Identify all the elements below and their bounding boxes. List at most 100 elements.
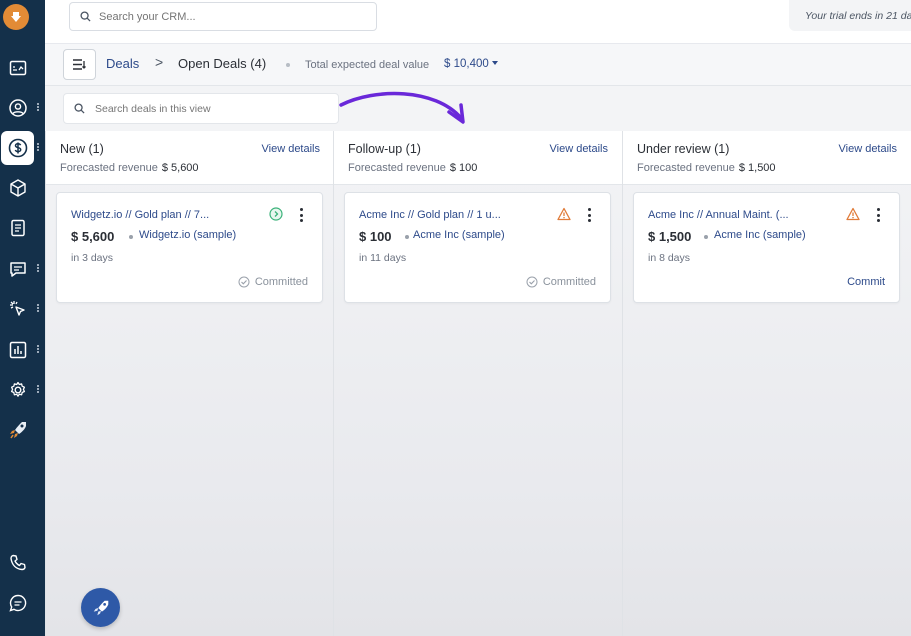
- sidebar-item-analytics[interactable]: [4, 336, 32, 364]
- sidebar: [0, 0, 45, 636]
- sidebar-settings-more-icon[interactable]: [36, 384, 40, 396]
- sidebar-deals-more-icon[interactable]: [36, 142, 40, 154]
- view-details-link[interactable]: View details: [550, 143, 609, 155]
- top-bar: Your trial ends in 21 da: [45, 0, 911, 44]
- bar-chart-icon: [9, 341, 27, 359]
- deal-search-input[interactable]: [95, 102, 325, 115]
- deal-card[interactable]: Acme Inc // Annual Maint. (... $ 1,500 A…: [633, 192, 900, 303]
- deal-company-link[interactable]: Widgetz.io (sample): [139, 229, 236, 241]
- cube-icon: [10, 179, 26, 197]
- crm-search-input[interactable]: [99, 10, 359, 23]
- sidebar-item-products[interactable]: [4, 174, 32, 202]
- deal-amount: $ 100: [359, 229, 392, 244]
- pipeline-column-follow-up: Follow-up (1) View details Forecasted re…: [333, 131, 622, 636]
- sidebar-item-deals[interactable]: [1, 131, 34, 165]
- sidebar-marketing-more-icon[interactable]: [36, 303, 40, 315]
- separator-dot: [405, 235, 409, 239]
- sidebar-analytics-more-icon[interactable]: [36, 344, 40, 356]
- separator-dot: [286, 63, 290, 67]
- trial-banner: Your trial ends in 21 da: [789, 0, 911, 31]
- annotation-arrow: [339, 91, 465, 124]
- check-circle-icon[interactable]: [269, 207, 283, 221]
- more-options-icon[interactable]: [874, 207, 882, 223]
- commit-status[interactable]: Committed: [526, 276, 596, 288]
- forecast-label: Forecasted revenue: [348, 162, 446, 174]
- gear-icon: [10, 381, 26, 397]
- breadcrumb-chevron-icon: >: [155, 54, 164, 70]
- forecast-value: $ 5,600: [161, 162, 199, 174]
- deal-title-link[interactable]: Widgetz.io // Gold plan // 7...: [71, 209, 251, 221]
- forecast-revenue: Forecasted revenue $ 1,500: [637, 162, 776, 174]
- warning-icon[interactable]: [557, 207, 571, 221]
- column-header: Follow-up (1) View details Forecasted re…: [334, 131, 622, 185]
- pipeline-column-new: New (1) View details Forecasted revenue $…: [45, 131, 334, 636]
- pipeline-column-under-review: Under review (1) View details Forecasted…: [622, 131, 911, 636]
- forecast-revenue: Forecasted revenue $ 5,600: [60, 162, 199, 174]
- download-arrow-icon: [11, 12, 21, 22]
- sidebar-item-getting-started[interactable]: [4, 416, 32, 444]
- deal-company-link[interactable]: Acme Inc (sample): [714, 229, 806, 241]
- sidebar-item-help[interactable]: [4, 589, 32, 617]
- sidebar-item-settings[interactable]: [4, 376, 32, 404]
- rocket-icon: [93, 600, 108, 615]
- more-options-icon[interactable]: [297, 207, 305, 223]
- sidebar-conversations-more-icon[interactable]: [36, 263, 40, 275]
- deal-search-box[interactable]: [63, 93, 339, 124]
- forecast-value: $ 100: [449, 162, 478, 174]
- sidebar-item-conversations[interactable]: [4, 255, 32, 283]
- deal-close-date: in 11 days: [359, 252, 407, 264]
- page-title: Open Deals (4): [178, 56, 266, 71]
- rocket-icon: [10, 422, 26, 439]
- deal-company-link[interactable]: Acme Inc (sample): [413, 229, 505, 241]
- commit-label: Committed: [542, 276, 596, 288]
- forecast-value: $ 1,500: [738, 162, 776, 174]
- crm-search-box[interactable]: [69, 2, 377, 31]
- search-icon: [74, 103, 85, 114]
- chat-bubble-icon: [9, 594, 27, 612]
- column-title: New (1): [60, 142, 104, 156]
- view-details-link[interactable]: View details: [839, 143, 898, 155]
- sidebar-item-phone[interactable]: [4, 549, 32, 577]
- dollar-circle-icon: [8, 138, 27, 158]
- app-logo[interactable]: [3, 4, 29, 30]
- commit-button[interactable]: Commit: [847, 276, 885, 288]
- sidebar-contacts-more-icon[interactable]: [36, 102, 40, 114]
- deals-header-bar: Deals > Open Deals (4) Total expected de…: [45, 44, 911, 86]
- deal-amount: $ 5,600: [71, 229, 115, 244]
- warning-icon[interactable]: [846, 207, 860, 221]
- breadcrumb-deals-link[interactable]: Deals: [106, 56, 139, 71]
- sidebar-item-documents[interactable]: [4, 214, 32, 242]
- forecast-label: Forecasted revenue: [60, 162, 158, 174]
- sidebar-item-marketing[interactable]: [4, 295, 32, 323]
- check-circle-outline-icon: [238, 276, 250, 288]
- view-details-link[interactable]: View details: [262, 143, 321, 155]
- total-deal-value: $ 10,400: [444, 58, 489, 70]
- caret-down-icon: [491, 61, 498, 65]
- getting-started-fab-button[interactable]: [81, 588, 120, 627]
- chat-icon: [10, 262, 26, 277]
- deal-close-date: in 8 days: [648, 252, 691, 264]
- separator-dot: [129, 235, 133, 239]
- sidebar-item-contacts[interactable]: [4, 94, 32, 122]
- deal-card[interactable]: Widgetz.io // Gold plan // 7... $ 5,600 …: [56, 192, 323, 303]
- more-options-icon[interactable]: [585, 207, 593, 223]
- column-title: Under review (1): [637, 142, 730, 156]
- user-circle-icon: [9, 99, 27, 117]
- deal-title-link[interactable]: Acme Inc // Gold plan // 1 u...: [359, 209, 539, 221]
- sidebar-item-dashboard[interactable]: [4, 54, 32, 82]
- deal-card[interactable]: Acme Inc // Gold plan // 1 u... $ 100 Ac…: [344, 192, 611, 303]
- search-icon: [80, 11, 91, 22]
- deal-title-link[interactable]: Acme Inc // Annual Maint. (...: [648, 209, 828, 221]
- pipeline-view-toggle-button[interactable]: [63, 49, 96, 80]
- separator-dot: [704, 235, 708, 239]
- commit-status[interactable]: Committed: [238, 276, 308, 288]
- column-title: Follow-up (1): [348, 142, 421, 156]
- commit-label: Commit: [847, 276, 885, 288]
- column-header: New (1) View details Forecasted revenue $…: [46, 131, 334, 185]
- total-deal-value-dropdown[interactable]: $ 10,400: [444, 58, 498, 70]
- forecast-revenue: Forecasted revenue $ 100: [348, 162, 477, 174]
- document-icon: [11, 219, 25, 237]
- page-title-text: Open Deals: [178, 56, 247, 71]
- check-circle-outline-icon: [526, 276, 538, 288]
- list-sort-icon: [73, 59, 86, 70]
